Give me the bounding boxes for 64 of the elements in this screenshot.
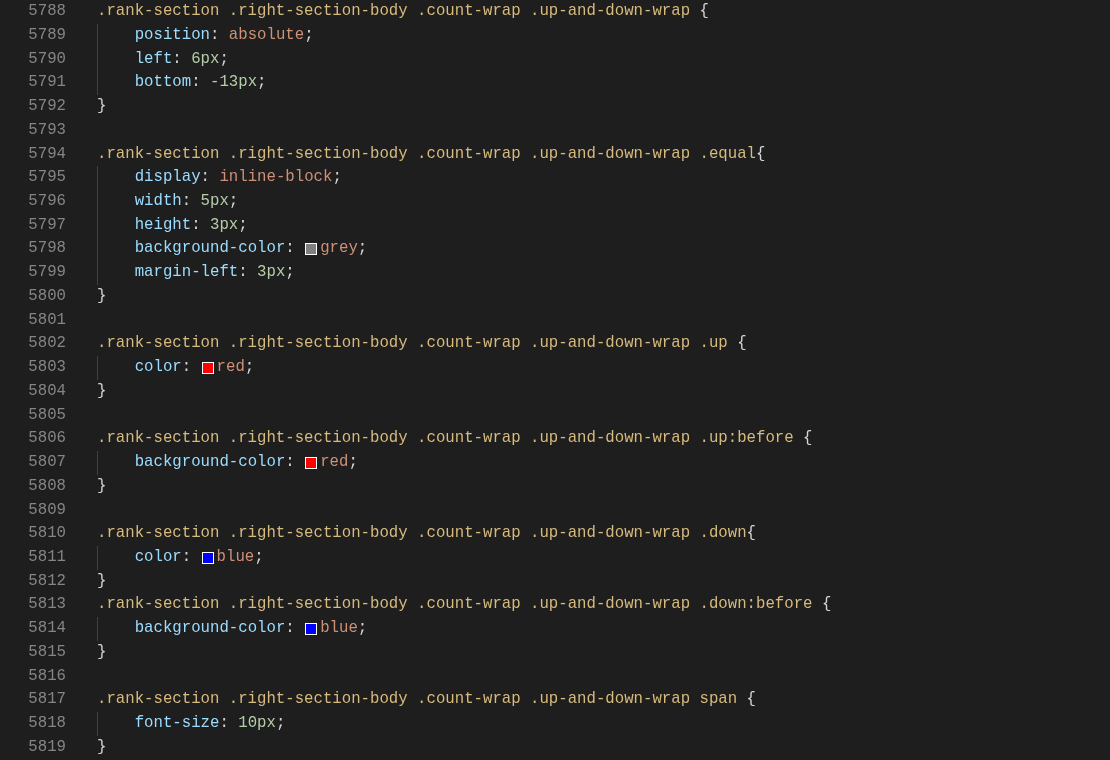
code-text: background-color: (134, 618, 296, 640)
line-number: 5816 (27, 665, 66, 687)
line-number: 5804 (27, 380, 66, 402)
code-text: } (97, 285, 107, 307)
line-number: 5798 (27, 238, 66, 260)
code-text: margin-left: 3px; (134, 262, 295, 284)
line-number: 5815 (27, 641, 66, 663)
line-number: 5819 (27, 736, 66, 758)
code-text: } (97, 641, 107, 663)
line-number: 5793 (27, 119, 66, 141)
code-text: background-color: (134, 238, 296, 260)
code-text: blue; (216, 547, 264, 568)
code-text: blue; (320, 618, 368, 640)
line-number: 5808 (27, 475, 66, 497)
line-number: 5788 (27, 1, 66, 23)
code-text: left: 6px; (134, 48, 229, 70)
code-text: .rank-section .right-section-body .count-wrap .up-and-down-wrap { (97, 1, 709, 23)
code-text: } (97, 736, 107, 758)
code-text: bottom: -13px; (134, 72, 267, 94)
line-number: 5805 (27, 404, 66, 426)
code-text: red; (216, 357, 255, 379)
line-number: 5789 (27, 24, 66, 46)
line-number: 5797 (27, 214, 66, 236)
code-text: .rank-section .right-section-body .count-wrap .up-and-down-wrap .down{ (97, 523, 756, 545)
code-text: .rank-section .right-section-body .count-wrap .up-and-down-wrap span { (97, 689, 756, 711)
code-text: background-color: (134, 452, 296, 474)
line-number: 5814 (27, 618, 66, 640)
line-number: 5792 (27, 96, 66, 118)
line-number: 5791 (27, 72, 66, 94)
code-text: } (97, 570, 107, 592)
code-text: .rank-section .right-section-body .count-wrap .up-and-down-wrap .up { (97, 333, 747, 355)
code-text: .rank-section .right-section-body .count-wrap .up-and-down-wrap .equal{ (97, 143, 766, 165)
line-number: 5795 (27, 167, 66, 189)
line-number: 5810 (27, 523, 66, 545)
code-text: position: absolute; (134, 24, 314, 46)
code-text: font-size: 10px; (134, 713, 286, 735)
line-number: 5803 (27, 357, 66, 379)
line-number: 5812 (27, 570, 66, 592)
line-number: 5796 (27, 190, 66, 212)
line-number: 5800 (27, 285, 66, 307)
code-text: color: (134, 547, 193, 568)
line-number: 5801 (27, 309, 66, 331)
line-number: 5799 (27, 262, 66, 284)
code-text: color: (134, 357, 193, 379)
code-text: width: 5px; (134, 190, 239, 212)
line-number: 5811 (27, 547, 66, 568)
line-number: 5807 (27, 452, 66, 474)
line-number: 5818 (27, 713, 66, 735)
code-text: grey; (320, 238, 368, 260)
code-text: .rank-section .right-section-body .count-wrap .up-and-down-wrap .down:before { (97, 594, 832, 616)
code-text: } (97, 380, 107, 402)
line-number: 5817 (27, 689, 66, 711)
line-number: 5813 (27, 594, 66, 616)
line-number: 5809 (27, 499, 66, 521)
code-text: height: 3px; (134, 214, 248, 236)
line-number: 5794 (27, 143, 66, 165)
line-number: 5806 (27, 428, 66, 450)
line-number: 5802 (27, 333, 66, 355)
code-text: .rank-section .right-section-body .count-wrap .up-and-down-wrap .up:before { (97, 428, 813, 450)
line-number: 5790 (27, 48, 66, 70)
code-text: red; (320, 452, 358, 474)
code-text: display: inline-block; (134, 167, 342, 189)
code-text: } (97, 96, 107, 118)
code-text: } (97, 475, 107, 497)
